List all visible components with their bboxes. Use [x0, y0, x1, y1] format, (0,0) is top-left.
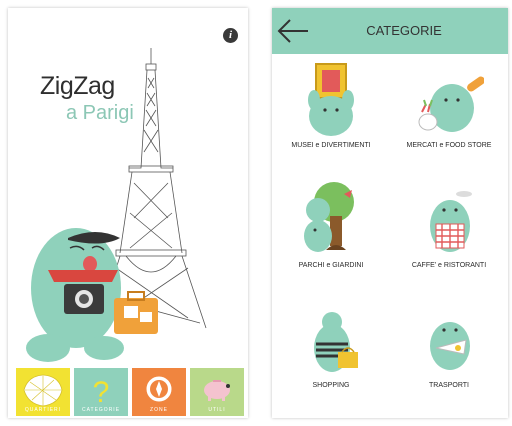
info-icon[interactable]: i: [223, 28, 238, 43]
mascot-camera-icon: [26, 228, 158, 362]
categories-screen: CATEGORIE MUSEI e DIVERTIMENTI MERCATI e…: [272, 8, 508, 418]
tile-utili[interactable]: UTILI: [190, 368, 244, 416]
cafe-mascot-icon: [430, 191, 472, 252]
tile-categorie[interactable]: ? CATEGORIE: [74, 368, 128, 416]
museum-mascot-icon: [308, 63, 354, 136]
park-mascot-icon: [304, 182, 354, 252]
tile-quartieri[interactable]: QUARTIERI: [16, 368, 70, 416]
tile-zone[interactable]: ZONE: [132, 368, 186, 416]
home-screen: i ZigZag a Parigi QUARTIERI ? CATEGORIE …: [8, 8, 248, 418]
market-mascot-icon: [418, 76, 484, 132]
header-bar: CATEGORIE: [272, 8, 508, 54]
page-title: CATEGORIE: [366, 23, 442, 38]
eiffel-scene-illustration: [26, 48, 207, 362]
shopping-mascot-icon: [314, 312, 358, 372]
category-caffe[interactable]: CAFFE' e RISTORANTI: [390, 174, 508, 294]
home-menu: QUARTIERI ? CATEGORIE ZONE UTILI: [16, 368, 244, 416]
category-shopping[interactable]: SHOPPING: [272, 294, 390, 414]
category-mercati[interactable]: MERCATI e FOOD STORE: [390, 54, 508, 174]
category-parchi[interactable]: PARCHI e GIARDINI: [272, 174, 390, 294]
transport-mascot-icon: [430, 322, 470, 370]
category-trasporti[interactable]: TRASPORTI: [390, 294, 508, 414]
category-musei[interactable]: MUSEI e DIVERTIMENTI: [272, 54, 390, 174]
svg-text:?: ?: [93, 376, 110, 409]
